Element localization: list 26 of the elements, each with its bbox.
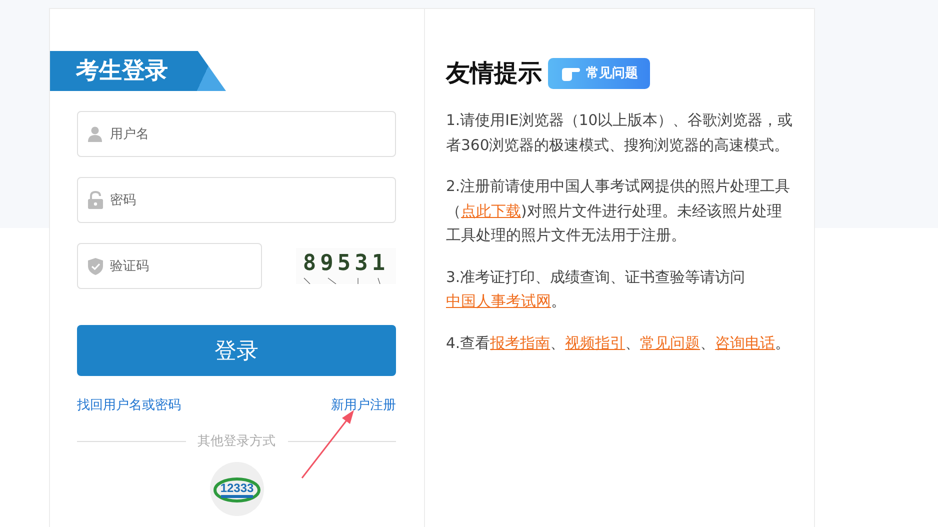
login-title-banner: 考生登录	[50, 51, 226, 91]
input-field[interactable]: 用户名	[77, 111, 396, 157]
text-link[interactable]: 找回用户名或密码	[77, 396, 181, 414]
text-link[interactable]: 点此下载	[461, 202, 521, 220]
text-link[interactable]: 视频指引	[565, 334, 626, 352]
captcha-image[interactable]: 89531	[296, 248, 396, 284]
tip-text: 1.请使用IE浏览器（10以上版本）、谷歌浏览器，或者360浏览器的极速模式、搜狗浏览器的高速模式。	[446, 111, 794, 156]
text-link[interactable]: 常见问题	[640, 334, 700, 352]
tip-text: 2.注册前请使用中国人事考试网提供的照片处理工具（点此下载)对照片文件进行处理。未经该照片处理工具处理的照片文件无法用于注册。	[446, 177, 792, 246]
section-label: 其他登录方式	[198, 433, 276, 450]
text-link[interactable]: 咨询电话	[715, 334, 776, 352]
text-link[interactable]: 新用户注册	[331, 396, 396, 414]
padlock-icon	[87, 191, 103, 209]
tip-text: 3.准考证打印、成绩查询、证书查验等请访问 中国人事考试网。	[446, 268, 746, 312]
input-field[interactable]: 验证码	[77, 243, 262, 289]
service-logo-button[interactable]: 12333	[210, 462, 264, 516]
annotation-arrow	[301, 410, 354, 478]
text-link[interactable]: 报考指南	[490, 334, 550, 352]
person-icon	[87, 125, 103, 143]
tips-heading: 友情提示	[446, 58, 542, 89]
input-field[interactable]: 密码	[77, 177, 396, 223]
tip-text: 4.查看报考指南、视频指引、常见问题、咨询电话。	[446, 334, 792, 354]
login-button[interactable]: 登录	[77, 325, 396, 376]
text-link[interactable]: 中国人事考试网	[446, 293, 551, 310]
shield-icon	[87, 257, 103, 275]
faq-button[interactable]: 常见问题	[548, 58, 650, 88]
